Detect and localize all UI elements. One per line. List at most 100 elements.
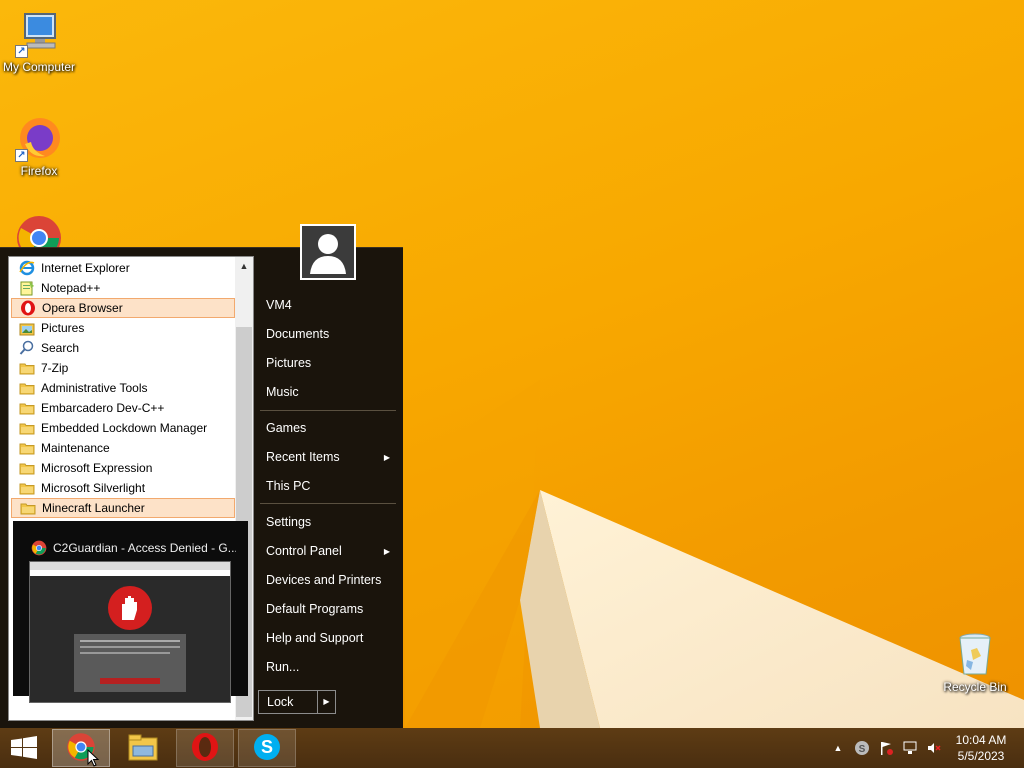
opera-icon — [20, 300, 36, 316]
notepadpp-icon — [19, 280, 35, 296]
shortcut-arrow-icon: ↗ — [15, 149, 28, 162]
preview-title: C2Guardian - Access Denied - G... — [31, 539, 236, 557]
start-item-this-pc[interactable]: This PC — [258, 473, 398, 499]
program-item-label: Maintenance — [41, 441, 110, 455]
preview-screenshot — [29, 561, 231, 703]
skype-tray-icon[interactable]: S — [850, 728, 874, 768]
svg-text:S: S — [261, 737, 273, 757]
opera-icon — [190, 732, 220, 765]
start-item-run[interactable]: Run... — [258, 654, 398, 680]
start-item-help-and-support[interactable]: Help and Support — [258, 625, 398, 651]
shortcut-arrow-icon: ↗ — [15, 45, 28, 58]
start-menu-item-label: Default Programs — [266, 602, 364, 616]
desktop-icon-label: Firefox — [20, 164, 58, 178]
start-menu-item-label: Run... — [266, 660, 300, 674]
start-menu-item-label: Documents — [266, 327, 330, 341]
program-item[interactable]: Opera Browser — [11, 298, 235, 318]
start-item-settings[interactable]: Settings — [258, 509, 398, 535]
start-item-games[interactable]: Games — [258, 415, 398, 441]
start-menu-item-label: Help and Support — [266, 631, 364, 645]
mouse-cursor — [87, 748, 101, 768]
program-item[interactable]: Maintenance — [11, 438, 235, 458]
program-item[interactable]: Minecraft Launcher — [11, 498, 235, 518]
program-item-label: Microsoft Silverlight — [41, 481, 146, 495]
start-menu-item-label: Control Panel — [266, 544, 342, 558]
taskbar-thumbnail-preview[interactable]: C2Guardian - Access Denied - G... — [13, 521, 248, 703]
network-icon[interactable] — [898, 728, 922, 768]
desktop-icon-label: Recycle Bin — [943, 680, 1007, 694]
start-menu-item-label: Devices and Printers — [266, 573, 382, 587]
program-item-label: Opera Browser — [42, 301, 123, 315]
start-item-devices-and-printers[interactable]: Devices and Printers — [258, 567, 398, 593]
folder-icon — [19, 480, 35, 496]
program-item[interactable]: Embarcadero Dev-C++ — [11, 398, 235, 418]
program-item-label: Embarcadero Dev-C++ — [41, 401, 165, 415]
program-item[interactable]: Internet Explorer — [11, 258, 235, 278]
show-hidden-icons-button[interactable]: ▲ — [826, 728, 850, 768]
start-menu-item-label: VM4 — [266, 298, 292, 312]
program-item[interactable]: Embedded Lockdown Manager — [11, 418, 235, 438]
program-item[interactable]: Microsoft Silverlight — [11, 478, 235, 498]
skype-icon: S — [252, 732, 282, 765]
start-item-control-panel[interactable]: Control Panel ▶ — [258, 538, 398, 564]
volume-muted-icon[interactable] — [922, 728, 946, 768]
lock-button[interactable]: Lock ▶ — [258, 690, 336, 714]
taskbar-skype-button[interactable]: S — [238, 729, 296, 767]
scroll-up-button[interactable]: ▲ — [235, 257, 253, 275]
program-item-label: Pictures — [41, 321, 85, 335]
recycle-bin-icon — [951, 630, 999, 678]
search-icon — [19, 340, 35, 356]
program-item[interactable]: Pictures — [11, 318, 235, 338]
start-item-music[interactable]: Music — [258, 379, 398, 405]
lock-button-label: Lock — [267, 695, 294, 709]
desktop-icon-my-computer[interactable]: ↗ My Computer — [0, 10, 79, 74]
desktop-icon-label: My Computer — [2, 60, 76, 74]
folder-icon — [19, 460, 35, 476]
folder-icon — [19, 440, 35, 456]
program-item-label: Search — [41, 341, 80, 355]
ie-icon — [19, 260, 35, 276]
program-item-label: Internet Explorer — [41, 261, 130, 275]
program-item[interactable]: Notepad++ — [11, 278, 235, 298]
start-item-documents[interactable]: Documents — [258, 321, 398, 347]
pictures-icon — [19, 320, 35, 336]
start-item-user-folder[interactable]: VM4 — [258, 292, 398, 318]
start-button[interactable] — [0, 728, 48, 768]
system-tray: ▲ S — [826, 728, 946, 768]
desktop-icon-firefox[interactable]: ↗ Firefox — [0, 114, 79, 178]
program-item[interactable]: Microsoft Expression — [11, 458, 235, 478]
taskbar-file-explorer-button[interactable] — [114, 729, 172, 767]
start-item-pictures[interactable]: Pictures — [258, 350, 398, 376]
action-center-flag-icon[interactable] — [874, 728, 898, 768]
power-options-arrow[interactable]: ▶ — [317, 691, 335, 713]
file-explorer-icon — [127, 732, 159, 765]
folder-icon — [19, 360, 35, 376]
program-item[interactable]: Administrative Tools — [11, 378, 235, 398]
taskbar-clock[interactable]: 10:04 AM 5/5/2023 — [946, 732, 1016, 764]
folder-icon — [19, 420, 35, 436]
taskbar-opera-button[interactable] — [176, 729, 234, 767]
start-item-default-programs[interactable]: Default Programs — [258, 596, 398, 622]
clock-date: 5/5/2023 — [957, 749, 1005, 763]
start-menu: Internet Explorer Notepad++ Opera Browser P… — [0, 224, 403, 728]
folder-icon — [19, 380, 35, 396]
start-menu-item-label: Music — [266, 385, 299, 399]
desktop-icon-recycle-bin[interactable]: Recycle Bin — [935, 630, 1015, 694]
submenu-arrow-icon: ▶ — [383, 546, 390, 556]
clock-time: 10:04 AM — [955, 733, 1007, 747]
chrome-icon — [31, 540, 47, 556]
program-item-label: 7-Zip — [41, 361, 69, 375]
folder-icon — [20, 500, 36, 516]
user-avatar[interactable] — [300, 224, 356, 280]
program-item-label: Embedded Lockdown Manager — [41, 421, 208, 435]
menu-separator — [260, 503, 396, 504]
preview-title-text: C2Guardian - Access Denied - G... — [53, 541, 236, 555]
start-menu-item-label: Games — [266, 421, 307, 435]
program-item-label: Microsoft Expression — [41, 461, 153, 475]
start-item-recent-items[interactable]: Recent Items ▶ — [258, 444, 398, 470]
taskbar-chrome-button[interactable] — [52, 729, 110, 767]
start-menu-item-label: Pictures — [266, 356, 312, 370]
program-item[interactable]: Search — [11, 338, 235, 358]
program-item[interactable]: 7-Zip — [11, 358, 235, 378]
start-menu-item-label: Settings — [266, 515, 312, 529]
